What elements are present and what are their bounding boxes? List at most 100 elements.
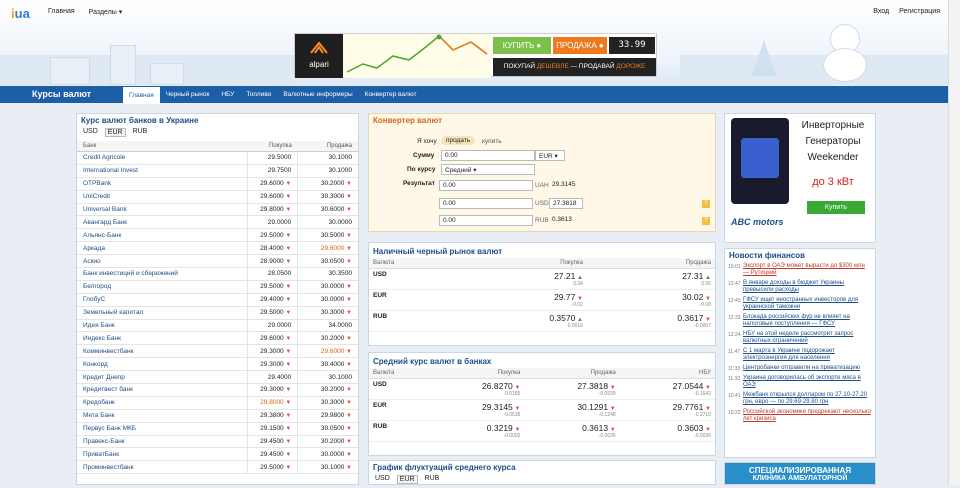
result-usd-value[interactable]: 0.00 [439,198,533,209]
bank-row[interactable]: Мета Банк 29.3800 ▼ 29.9800 ▼ [77,409,358,423]
bank-name[interactable]: Конкорд [77,357,248,372]
page-scrollbar[interactable] [948,0,960,485]
tab-informers[interactable]: Валютные информеры [277,86,358,103]
bank-name[interactable]: Авангард Банк [77,215,248,230]
bank-row[interactable]: ПриватБанк 29.4500 ▼ 30.0000 ▼ [77,447,358,462]
bank-row[interactable]: Кредит Днепр 29.4000 30.1000 [77,370,358,385]
bank-name[interactable]: ГлобуС [77,293,248,307]
buy-option[interactable]: купить [482,138,502,145]
bank-row[interactable]: Индекс Банк 29.6000 ▼ 30.2000 ▼ [77,331,358,346]
bank-row[interactable]: Аркада 28.4000 ▼ 29.6000 ▼ [77,241,358,256]
site-logo[interactable]: iua [11,6,30,21]
rate-select[interactable]: Средний ▾ [441,164,535,175]
bank-name[interactable]: Альянс-Банк [77,228,248,243]
currency-rub[interactable]: RUB [131,128,150,137]
news-item[interactable]: 10:22 Российской экономике предрекают нес… [725,408,875,425]
graph-currency-usd[interactable]: USD [373,475,392,484]
bank-name[interactable]: Аскио [77,254,248,269]
currency-eur[interactable]: EUR [104,128,126,137]
bank-row[interactable]: Первус Банк МКБ 29.1500 ▼ 30.0500 ▼ [77,422,358,436]
tab-converter[interactable]: Конвертер валют [359,86,423,103]
bank-row[interactable]: Банк инвестиций и сбережений 28.0500 30.35… [77,267,358,281]
nav-home[interactable]: Главная [48,8,75,16]
bank-name[interactable]: Первус Банк МКБ [77,422,248,436]
col-sell[interactable]: Продажа [297,141,358,152]
bank-row[interactable]: Авангард Банк 29.0000 30.0000 [77,215,358,230]
result-usd-rate[interactable]: 27.3818 [549,198,583,209]
alpari-banner[interactable]: alpari КУПИТЬ ● ПРОДАЖА ● 33.99 ПОКУПАЙ … [294,33,657,78]
bank-row[interactable]: Идея Банк 29.0000 34.0000 [77,319,358,333]
bank-name[interactable]: Идея Банк [77,319,248,333]
sum-currency-select[interactable]: EUR ▾ [535,150,565,161]
bank-row[interactable]: Проминвестбанк 29.5000 ▼ 30.1000 ▼ [77,460,358,475]
bank-row[interactable]: UniCredit 29.6000 ▼ 30.3000 ▼ [77,190,358,204]
tab-main[interactable]: Главная [123,87,160,104]
bank-row[interactable]: Альянс-Банк 29.5000 ▼ 30.5000 ▼ [77,228,358,243]
bank-row[interactable]: Белгород 29.5000 ▼ 30.0000 ▼ [77,280,358,294]
news-link[interactable]: Блокада российских фур не влияет на нало… [743,314,872,328]
bank-name[interactable]: OTPBank [77,177,248,191]
bank-row[interactable]: Аскио 28.9000 ▼ 30.0500 ▼ [77,254,358,269]
bank-name[interactable]: Кредитвест банк [77,383,248,397]
bank-name[interactable]: Universal Bank [77,203,248,217]
nav-sections[interactable]: Разделы ▾ [89,8,123,16]
generator-ad[interactable]: Инверторные Генераторы Weekender до 3 кВ… [724,113,876,243]
tab-black-market[interactable]: Черный рынок [160,86,216,103]
bank-name[interactable]: Кредобанк [77,396,248,410]
bank-name[interactable]: UniCredit [77,190,248,204]
bank-name[interactable]: ПриватБанк [77,447,248,462]
news-link[interactable]: НБУ на этой неделе рассмотрит запрос вал… [743,331,872,345]
help-icon[interactable]: ? [702,217,710,225]
bank-row[interactable]: Правекс-Банк 29.4500 ▼ 30.2000 ▼ [77,435,358,449]
col-buy[interactable]: Покупка [247,141,298,152]
news-item[interactable]: 11:10 Украина договорилась об экспорте мя… [725,374,875,391]
bank-name[interactable]: Кредит Днепр [77,370,248,385]
result-rub-value[interactable]: 0.00 [439,215,533,226]
news-item[interactable]: 10:41 Межбанк открылся долларом по 27.10-… [725,391,875,408]
news-link[interactable]: С 1 марта в Украине подорожает электроэн… [743,348,872,362]
bank-name[interactable]: Проминвестбанк [77,460,248,475]
news-item[interactable]: 12:33 Блокада российских фур не влияет на… [725,313,875,330]
sum-input[interactable]: 0.00 [441,150,535,161]
banner-buy-button[interactable]: КУПИТЬ ● [493,37,551,54]
bank-name[interactable]: International Invest [77,164,248,178]
news-link[interactable]: Российской экономике предрекают нескольк… [743,409,872,423]
tab-nbu[interactable]: НБУ [215,86,240,103]
news-link[interactable]: Украина договорилась об экспорте мяса в … [743,375,872,389]
bank-row[interactable]: Кредитвест банк 29.3000 ▼ 30.2000 ▼ [77,383,358,397]
news-link[interactable]: Экспорт в ОАЭ может вырасти до $300 млн … [743,263,872,277]
help-icon[interactable]: ? [702,200,710,208]
clinic-ad[interactable]: СПЕЦИАЛИЗИРОВАННАЯ КЛИНИКА АМБУЛАТОРНОЙ [724,462,876,485]
register-link[interactable]: Регистрация [899,8,940,15]
news-link[interactable]: Центробанки отправили на приватизацию [743,365,860,372]
news-item[interactable]: 11:47 С 1 марта в Украине подорожает элек… [725,347,875,364]
sell-option[interactable]: продать [441,136,476,145]
bank-row[interactable]: Земельный капитал 29.5000 ▼ 30.3000 ▼ [77,306,358,320]
news-link[interactable]: В январе доходы в бюджет Украины превыси… [743,280,872,294]
bank-name[interactable]: Аркада [77,241,248,256]
bank-row[interactable]: Конкорд 29.3000 ▼ 30.4000 ▼ [77,357,358,372]
news-item[interactable]: 10:01 Экспорт в ОАЭ может вырасти до $300… [725,262,875,279]
news-item[interactable]: 12:47 В январе доходы в бюджет Украины пр… [725,279,875,296]
banner-sell-button[interactable]: ПРОДАЖА ● [553,37,607,54]
graph-currency-rub[interactable]: RUB [423,475,442,484]
bank-name[interactable]: Индекс Банк [77,331,248,346]
bank-name[interactable]: Земельный капитал [77,306,248,320]
bank-name[interactable]: Правекс-Банк [77,435,248,449]
bank-row[interactable]: Комминвестбанк 29.3000 ▼ 29.6000 ▼ [77,344,358,359]
login-link[interactable]: Вход [873,8,889,15]
bank-row[interactable]: Universal Bank 29.8000 ▼ 30.6000 ▼ [77,203,358,217]
news-item[interactable]: 11:33 Центробанки отправили на приватизац… [725,364,875,374]
bank-name[interactable]: Комминвестбанк [77,344,248,359]
bank-row[interactable]: Credit Agricole 29.5000 30.1000 [77,151,358,165]
news-item[interactable]: 12:24 НБУ на этой неделе рассмотрит запро… [725,330,875,347]
result-uah-value[interactable]: 0.00 [439,180,533,191]
news-link[interactable]: Межбанк открылся долларом по 27.10-27.20… [743,392,872,406]
bank-name[interactable]: Мета Банк [77,409,248,423]
news-link[interactable]: ГФСУ ищет иностранных инвесторов для укр… [743,297,872,311]
col-bank[interactable]: Банк [77,141,248,152]
bank-row[interactable]: Кредобанк 29.8000 ▼ 30.3000 ▼ [77,396,358,410]
bank-name[interactable]: Белгород [77,280,248,294]
bank-row[interactable]: ГлобуС 29.4000 ▼ 30.0000 ▼ [77,293,358,307]
tab-fuel[interactable]: Топливо [240,86,277,103]
